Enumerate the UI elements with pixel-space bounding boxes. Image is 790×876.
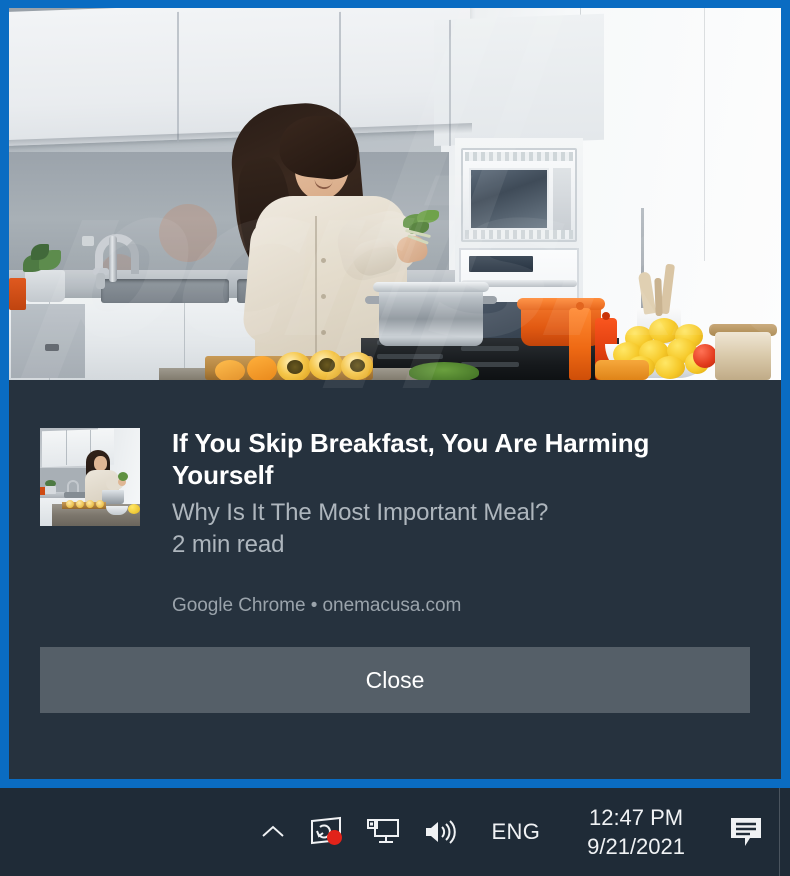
notification-title: If You Skip Breakfast, You Are Harming Y… xyxy=(172,428,650,490)
system-tray: ENG 12:47 PM 9/21/2021 xyxy=(247,788,790,876)
chevron-up-icon xyxy=(258,817,288,847)
onedrive-sync-tray-button[interactable] xyxy=(299,788,355,876)
volume-tray-button[interactable] xyxy=(411,788,467,876)
notification-body: If You Skip Breakfast, You Are Harming Y… xyxy=(9,8,781,779)
screen-sync-icon xyxy=(310,816,344,848)
show-desktop-button[interactable] xyxy=(779,788,790,876)
clock-date: 9/21/2021 xyxy=(587,834,685,859)
notification-read-time: 2 min read xyxy=(172,531,285,559)
action-center-button[interactable] xyxy=(717,788,775,876)
action-center-icon xyxy=(728,815,764,849)
clock-time: 12:47 PM xyxy=(588,804,684,830)
monitor-icon xyxy=(366,817,400,847)
network-display-tray-button[interactable] xyxy=(355,788,411,876)
notification-text-block: If You Skip Breakfast, You Are Harming Y… xyxy=(172,428,751,617)
notification-hero-image xyxy=(9,8,781,380)
notification-toast: If You Skip Breakfast, You Are Harming Y… xyxy=(0,0,790,788)
notification-content: If You Skip Breakfast, You Are Harming Y… xyxy=(9,380,781,779)
notification-thumbnail xyxy=(40,428,140,526)
close-button[interactable]: Close xyxy=(40,647,750,714)
notification-main-row: If You Skip Breakfast, You Are Harming Y… xyxy=(9,380,781,617)
notification-source: Google Chrome • onemacusa.com xyxy=(172,595,462,617)
screen: If You Skip Breakfast, You Are Harming Y… xyxy=(0,0,790,876)
notification-subtitle: Why Is It The Most Important Meal? xyxy=(172,499,549,527)
taskbar: ENG 12:47 PM 9/21/2021 xyxy=(0,788,790,876)
clock[interactable]: 12:47 PM 9/21/2021 xyxy=(565,788,699,876)
kitchen-scene xyxy=(9,8,781,380)
show-hidden-icons-button[interactable] xyxy=(247,788,299,876)
speaker-icon xyxy=(422,817,456,847)
language-label: ENG xyxy=(491,819,541,844)
language-indicator[interactable]: ENG xyxy=(467,788,566,876)
sync-alert-badge xyxy=(326,830,342,845)
notification-actions: Close xyxy=(9,617,781,714)
